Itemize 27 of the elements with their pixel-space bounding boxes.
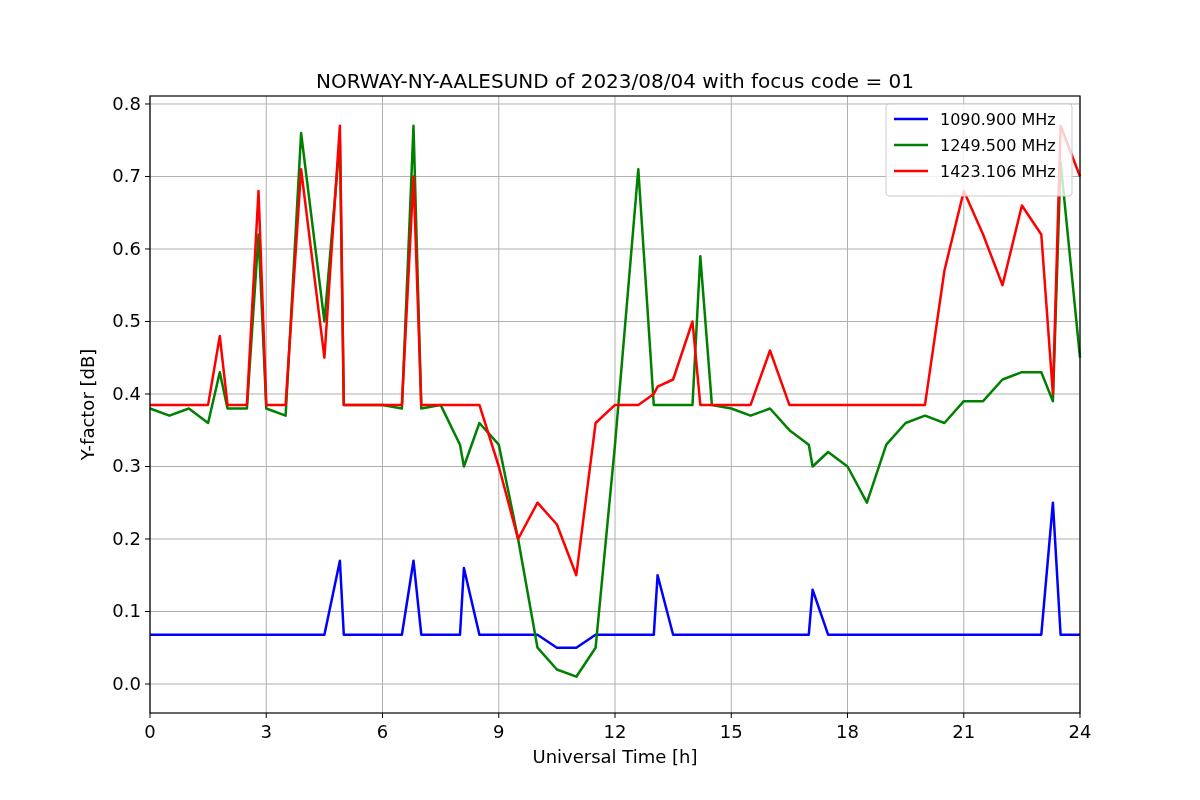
tick-label: 3: [260, 721, 272, 742]
tick-label: 0.7: [112, 165, 141, 187]
tick-label: 0.3: [112, 455, 141, 477]
tick-label: 0.1: [112, 600, 141, 622]
tick-label: 6: [376, 721, 389, 742]
tick-label: 0.0: [112, 673, 141, 694]
tick-label: 0: [144, 721, 156, 742]
y-axis-label: Y-factor [dB]: [77, 348, 98, 461]
tick-label: 0.8: [112, 93, 141, 114]
legend-swatch: [894, 117, 928, 121]
tick-label: 15: [719, 721, 743, 742]
legend-label: 1249.500 MHz: [940, 136, 1056, 155]
legend-label: 1090.900 MHz: [940, 110, 1056, 129]
tick-label: 0.5: [112, 310, 141, 332]
tick-label: 12: [603, 721, 627, 742]
tick-label: 24: [1068, 721, 1092, 742]
legend-swatch: [894, 143, 928, 147]
tick-label: 9: [493, 721, 505, 742]
x-axis-label: Universal Time [h]: [532, 746, 698, 767]
tick-label: 21: [952, 721, 976, 742]
legend-label: 1423.106 MHz: [940, 162, 1056, 181]
legend-swatch: [894, 169, 928, 173]
tick-label: 0.4: [112, 383, 141, 404]
chart-title: NORWAY-NY-AALESUND of 2023/08/04 with focus code = 01: [316, 69, 914, 93]
tick-label: 0.2: [112, 528, 141, 549]
tick-label: 0.6: [112, 238, 141, 259]
tick-label: 18: [836, 721, 859, 742]
